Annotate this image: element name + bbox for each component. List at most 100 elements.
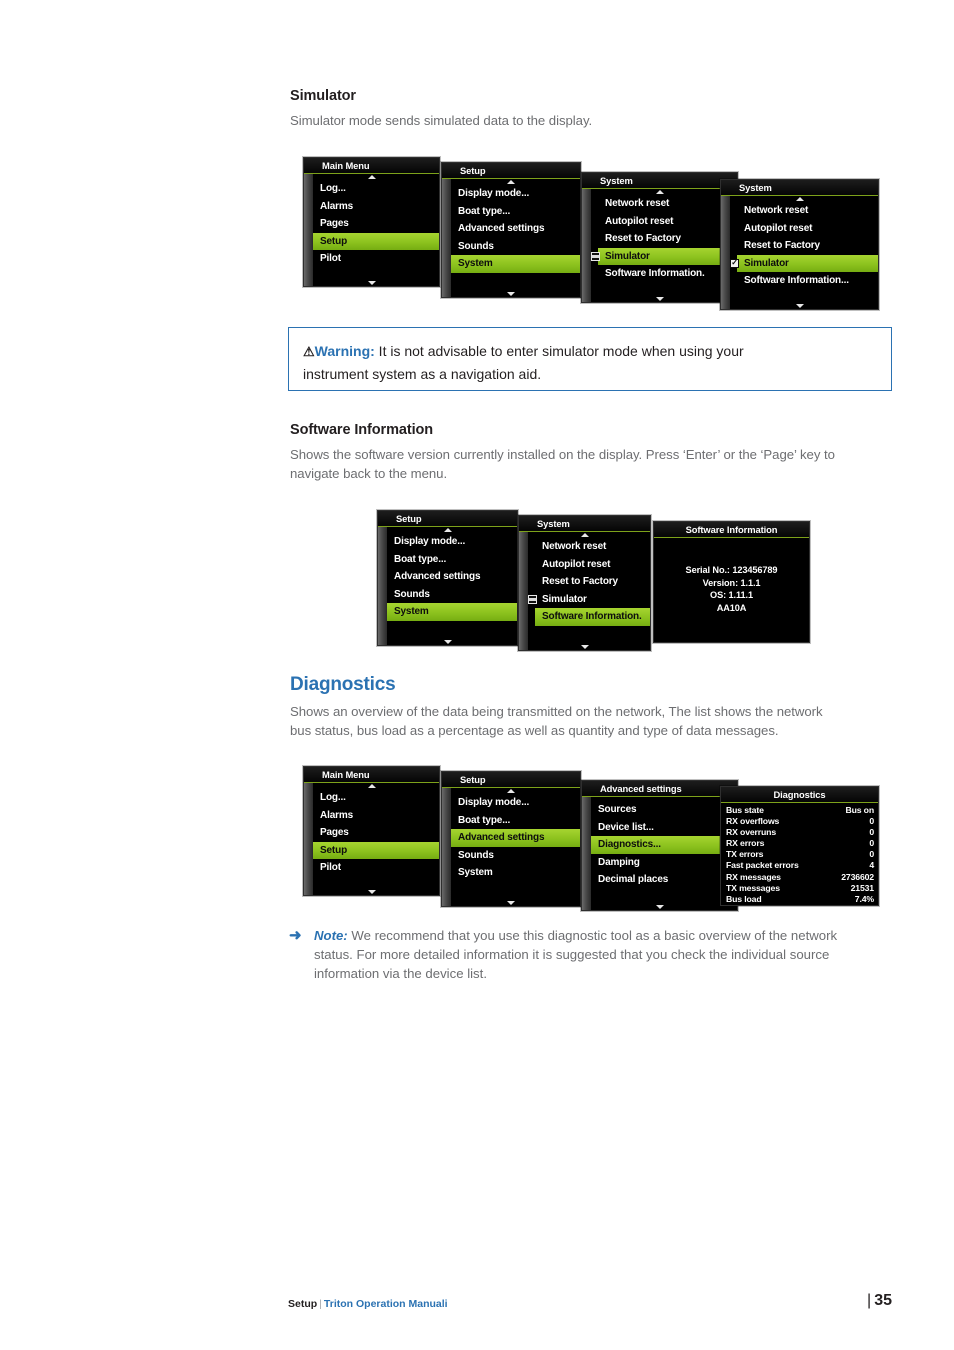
diagnostics-key: RX errors (726, 838, 765, 849)
menu-panel-advanced-settings[interactable]: Advanced settings Sources Device list...… (581, 780, 738, 911)
page-number-value: 35 (874, 1292, 892, 1309)
menu-item-selected[interactable]: Diagnostics... (591, 836, 737, 854)
menu-item[interactable]: Pages (313, 824, 439, 842)
checkbox-unchecked-icon[interactable] (591, 251, 600, 261)
scroll-down-icon[interactable] (367, 890, 376, 894)
menu-item[interactable]: Reset to Factory (535, 573, 650, 591)
menu-title: System (721, 180, 878, 196)
menu-panel-setup[interactable]: Setup Display mode... Boat type... Advan… (441, 162, 581, 298)
menu-item[interactable]: System (451, 864, 580, 882)
menu-item-selected[interactable]: System (451, 255, 580, 273)
menu-item[interactable]: Log... (313, 789, 439, 807)
menu-item-selected[interactable]: Simulator (591, 247, 737, 265)
menu-item-label: Display mode... (458, 797, 530, 809)
menu-item-label: Advanced settings (458, 223, 545, 235)
scroll-gutter[interactable] (378, 527, 387, 645)
menu-title: Main Menu (304, 767, 439, 783)
menu-item[interactable]: Damping (591, 853, 737, 871)
menu-item[interactable]: Advanced settings (451, 220, 580, 238)
scroll-gutter[interactable] (304, 174, 313, 286)
menu-item[interactable]: Software Information. (598, 265, 737, 283)
menu-item[interactable]: Sounds (451, 237, 580, 255)
scroll-down-icon[interactable] (367, 281, 376, 285)
scroll-down-icon[interactable] (795, 304, 804, 308)
menu-item[interactable]: Boat type... (451, 202, 580, 220)
menu-panel-system-unchecked[interactable]: System Network reset Autopilot reset Res… (581, 172, 738, 303)
menu-item[interactable]: Autopilot reset (737, 219, 878, 237)
menu-panel-setup-2[interactable]: Setup Display mode... Boat type... Advan… (377, 510, 518, 646)
menu-item-label: System (458, 867, 493, 879)
menu-item-label: Simulator (605, 250, 650, 262)
diagnostics-value: 0 (869, 849, 874, 860)
menu-panel-system-2[interactable]: System Network reset Autopilot reset Res… (518, 515, 651, 651)
menu-item[interactable]: Reset to Factory (598, 230, 737, 248)
menu-item[interactable]: Autopilot reset (598, 212, 737, 230)
diagnostics-row: Fast packet errors 4 (726, 860, 874, 871)
menu-item-selected[interactable]: Setup (313, 841, 439, 859)
menu-item-selected[interactable]: System (387, 603, 517, 621)
diagnostics-key: Bus state (726, 805, 764, 815)
scroll-gutter[interactable] (304, 783, 313, 895)
diagnostics-row: RX messages 2736602 (726, 872, 874, 883)
scroll-gutter[interactable] (582, 189, 591, 302)
scroll-down-icon[interactable] (443, 640, 452, 644)
menu-item[interactable]: Alarms (313, 197, 439, 215)
menu-title: Main Menu (304, 158, 439, 174)
paragraph-simulator: Simulator mode sends simulated data to t… (290, 113, 593, 128)
menu-item[interactable]: Display mode... (451, 185, 580, 203)
scroll-down-icon[interactable] (655, 905, 664, 909)
menu-item[interactable]: Autopilot reset (535, 555, 650, 573)
scroll-gutter[interactable] (519, 532, 528, 650)
menu-item-label: Autopilot reset (605, 215, 674, 227)
note-line-1: Note: We recommend that you use this dia… (314, 926, 894, 946)
menu-item[interactable]: Sounds (387, 585, 517, 603)
menu-item[interactable]: Sounds (451, 846, 580, 864)
scroll-down-icon[interactable] (507, 901, 515, 905)
menu-item-label: Sounds (394, 588, 430, 600)
menu-item[interactable]: Reset to Factory (737, 237, 878, 255)
menu-item[interactable]: Sources (591, 801, 737, 819)
menu-item[interactable]: Pages (313, 215, 439, 233)
menu-item[interactable]: Boat type... (387, 550, 517, 568)
menu-item-selected[interactable]: Advanced settings (451, 829, 580, 847)
scroll-down-icon[interactable] (655, 297, 664, 301)
footer-breadcrumb: Setup | Triton Operation Manuali (288, 1298, 448, 1310)
menu-panel-setup-3[interactable]: Setup Display mode... Boat type... Advan… (441, 771, 581, 907)
menu-item[interactable]: Network reset (737, 202, 878, 220)
menu-item[interactable]: Network reset (598, 195, 737, 213)
build-code-line: AA10A (716, 602, 747, 613)
menu-item[interactable]: Display mode... (451, 794, 580, 812)
menu-item-selected[interactable]: Software Information. (535, 608, 650, 626)
menu-item[interactable]: Pilot (313, 250, 439, 268)
menu-item[interactable]: Simulator (528, 590, 650, 608)
menu-item-selected[interactable]: Setup (313, 232, 439, 250)
menu-item[interactable]: Network reset (535, 538, 650, 556)
menu-item-selected[interactable]: ✓ Simulator (730, 254, 878, 272)
menu-panel-main-menu[interactable]: Main Menu Log... Alarms Pages Setup Pilo… (303, 157, 440, 287)
menu-item[interactable]: Pilot (313, 859, 439, 877)
menu-item[interactable]: Alarms (313, 806, 439, 824)
scroll-gutter[interactable] (721, 196, 730, 309)
menu-item[interactable]: Display mode... (387, 533, 517, 551)
menu-panel-system-checked[interactable]: System Network reset Autopilot reset Res… (720, 179, 879, 310)
panel-title: Diagnostics (721, 787, 878, 803)
scroll-gutter[interactable] (442, 179, 451, 297)
menu-item[interactable]: Log... (313, 180, 439, 198)
diagnostics-key: RX overruns (726, 827, 777, 838)
menu-item[interactable]: Decimal places (591, 871, 737, 889)
menu-item-label: Network reset (605, 198, 670, 210)
menu-item[interactable]: Boat type... (451, 811, 580, 829)
menu-item[interactable]: Software Information... (737, 272, 878, 290)
scroll-gutter[interactable] (442, 788, 451, 906)
scroll-gutter[interactable] (582, 797, 591, 910)
menu-panel-main-menu-2[interactable]: Main Menu Log... Alarms Pages Setup Pilo… (303, 766, 440, 896)
checkbox-checked-icon[interactable]: ✓ (730, 258, 739, 268)
menu-item-label: Software Information. (542, 611, 642, 623)
paragraph-diagnostics-1: Shows an overview of the data being tran… (290, 704, 823, 719)
menu-item[interactable]: Advanced settings (387, 568, 517, 586)
scroll-down-icon[interactable] (507, 292, 515, 296)
menu-item[interactable]: Device list... (591, 818, 737, 836)
menu-item-label: Damping (598, 856, 640, 868)
checkbox-unchecked-icon[interactable] (528, 594, 537, 604)
scroll-down-icon[interactable] (580, 645, 589, 649)
